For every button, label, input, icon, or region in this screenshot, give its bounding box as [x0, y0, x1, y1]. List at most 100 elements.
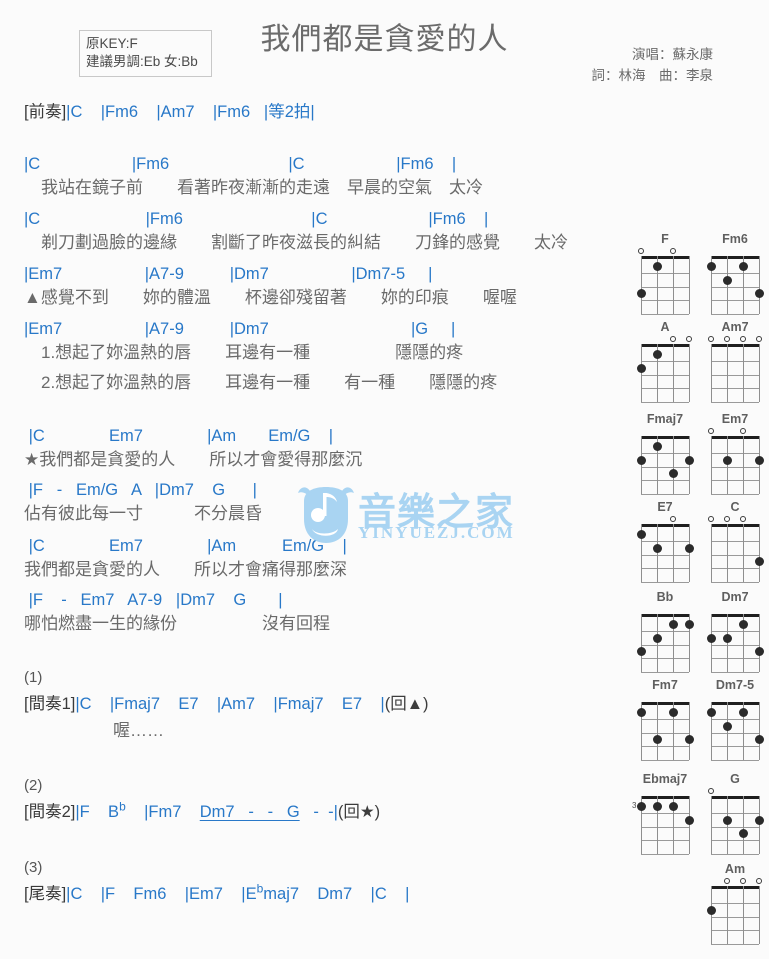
string-line — [641, 344, 642, 402]
string-line — [743, 344, 744, 402]
fret-line — [641, 480, 689, 481]
fret-line — [711, 453, 759, 454]
finger-position-dot — [652, 261, 662, 271]
fret-line — [641, 631, 689, 632]
interlude2-label: [間奏2] — [24, 803, 76, 821]
fret-line — [711, 480, 759, 481]
open-string-markers — [634, 247, 696, 256]
finger-position-dot — [652, 441, 662, 451]
open-string-circle-icon — [724, 516, 730, 522]
chord-diagram-f: F — [634, 232, 696, 315]
string-line — [657, 614, 658, 672]
chord-diagram-name: E7 — [657, 500, 673, 514]
finger-position-dot — [706, 905, 716, 915]
open-string-markers — [634, 427, 696, 436]
string-line — [727, 886, 728, 944]
finger-position-dot — [684, 543, 694, 553]
open-string-markers — [634, 605, 696, 614]
interlude2-chords-mid: |Fm7 — [125, 803, 200, 821]
open-string-markers — [704, 335, 766, 344]
open-string-markers — [704, 247, 766, 256]
open-string-circle-icon — [670, 336, 676, 342]
finger-position-dot — [636, 288, 646, 298]
fret-line — [711, 930, 759, 931]
finger-position-dot — [684, 734, 694, 744]
nut-line — [641, 796, 689, 799]
chord-diagram-ebmaj7: Ebmaj7 3 — [632, 772, 696, 855]
finger-position-dot — [722, 275, 732, 285]
section-number-3: (3) — [24, 859, 43, 876]
chorus-lyric-line-1: ★我們都是貪愛的人 所以才會愛得那麼沉 — [24, 450, 363, 469]
fret-line — [641, 273, 689, 274]
nut-line — [711, 614, 759, 617]
finger-position-dot — [738, 261, 748, 271]
interlude1-repeat: (回▲) — [384, 695, 429, 713]
string-line — [727, 796, 728, 854]
finger-position-dot — [722, 633, 732, 643]
chord-diagram-name: Fm6 — [722, 232, 748, 246]
string-line — [689, 702, 690, 760]
chord-diagram-e7: E7 — [634, 500, 696, 583]
verse-lyric-line-2: 剃刀劃過臉的邊緣 割斷了昨夜滋長的糾結 刀鋒的感覺 太冷 — [24, 233, 568, 252]
string-line — [743, 436, 744, 494]
nut-line — [641, 436, 689, 439]
fretboard-grid — [711, 436, 764, 495]
interlude2-flat-symbol: b — [119, 799, 126, 814]
fret-line — [711, 672, 759, 673]
fret-number-label: 3 — [632, 801, 637, 810]
chord-diagram-name: F — [661, 232, 669, 246]
intro-label: [前奏] — [24, 103, 67, 121]
nut-line — [711, 886, 759, 889]
fret-line — [711, 314, 759, 315]
fret-line — [641, 719, 689, 720]
finger-position-dot — [754, 288, 764, 298]
outro-chords-post: maj7 Dm7 |C | — [263, 885, 410, 903]
open-string-markers — [634, 693, 696, 702]
string-line — [689, 524, 690, 582]
string-line — [743, 886, 744, 944]
fret-line — [711, 494, 759, 495]
string-line — [727, 702, 728, 760]
open-string-circle-icon — [708, 788, 714, 794]
chord-diagram-column: F Fm6 A Am7 Fmaj7 Em7 E7 C Bb Dm7 Fm7 Dm7-5 Ebmaj7 3 G… — [620, 0, 769, 959]
finger-position-dot — [706, 633, 716, 643]
open-string-markers — [704, 605, 766, 614]
open-string-circle-icon — [708, 336, 714, 342]
fretboard-grid — [706, 614, 764, 673]
fretboard-grid — [636, 344, 690, 403]
open-string-circle-icon — [724, 878, 730, 884]
string-line — [689, 796, 690, 854]
verse-chord-line-2: |C |Fm6 |C |Fm6 | — [24, 210, 489, 228]
string-line — [743, 524, 744, 582]
fretboard-grid: 3 — [632, 796, 694, 855]
string-line — [743, 796, 744, 854]
finger-position-dot — [636, 801, 646, 811]
string-line — [727, 436, 728, 494]
interlude2-chords-pre: |F B — [75, 803, 120, 821]
finger-position-dot — [652, 543, 662, 553]
fret-line — [711, 300, 759, 301]
nut-line — [711, 344, 759, 347]
verse-chord-line-3: |Em7 |A7-9 |Dm7 |Dm7-5 | — [24, 265, 433, 283]
chord-diagram-em7: Em7 — [704, 412, 766, 495]
chord-diagram-fm6: Fm6 — [704, 232, 766, 315]
finger-position-dot — [738, 619, 748, 629]
fret-line — [711, 568, 759, 569]
chord-diagram-a: A — [634, 320, 696, 403]
finger-position-dot — [636, 363, 646, 373]
intro-line: [前奏]|C |Fm6 |Am7 |Fm6 |等2拍| — [24, 102, 315, 122]
string-line — [711, 796, 712, 854]
fret-line — [641, 453, 689, 454]
chord-diagram-name: Bb — [656, 590, 674, 604]
fret-line — [641, 582, 689, 583]
chord-diagram-c: C — [704, 500, 766, 583]
outro-label: [尾奏] — [24, 885, 67, 903]
fretboard-grid — [636, 256, 690, 315]
finger-position-dot — [652, 349, 662, 359]
finger-position-dot — [668, 801, 678, 811]
chord-diagram-name: Em7 — [721, 412, 749, 426]
fret-line — [711, 903, 759, 904]
open-string-markers — [634, 335, 696, 344]
chord-diagram-name: Dm7-5 — [715, 678, 755, 692]
intro-chords: |C |Fm6 |Am7 |Fm6 |等2拍| — [66, 103, 315, 121]
